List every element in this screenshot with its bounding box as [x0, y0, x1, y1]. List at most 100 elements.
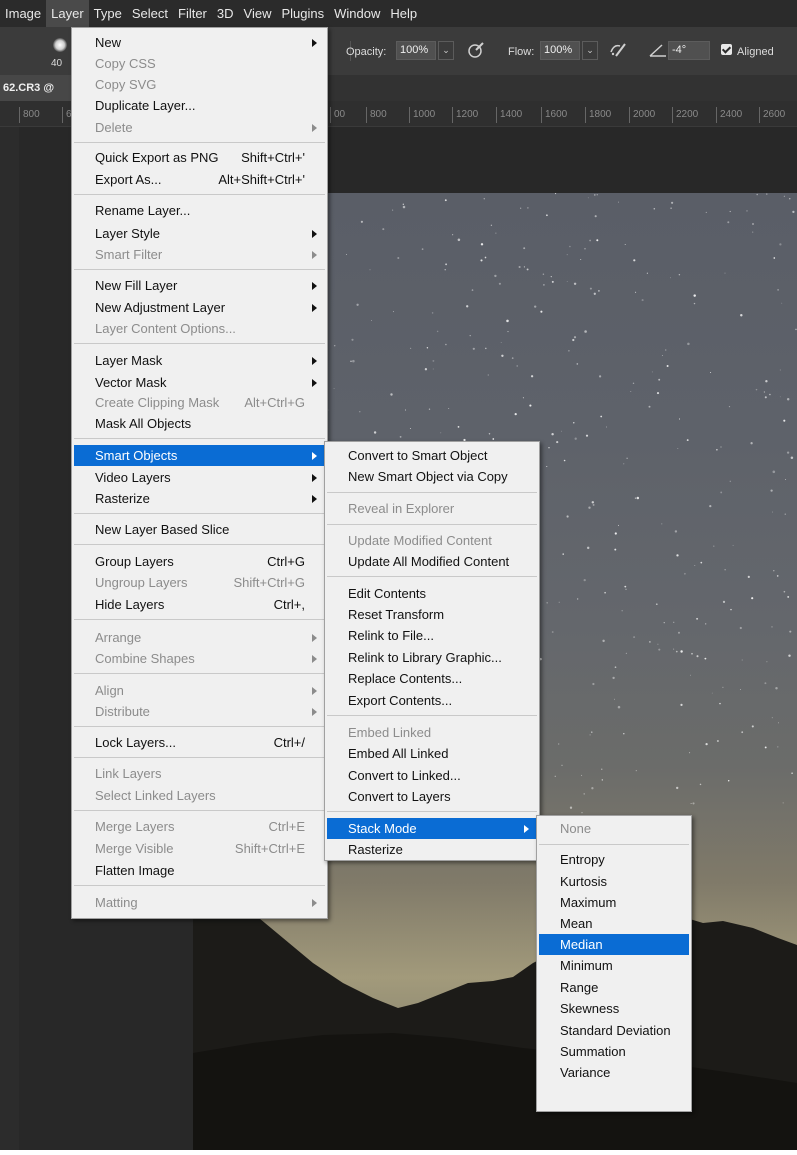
star [710, 372, 712, 373]
menu-item-summation[interactable]: Summation [539, 1041, 689, 1062]
menu-item-smart-objects[interactable]: Smart Objects [74, 445, 325, 466]
menu-item-flatten-image[interactable]: Flatten Image [74, 860, 325, 881]
menu-item-update-modified-content[interactable]: Update Modified Content [327, 530, 537, 551]
menubar-layer[interactable]: Layer [46, 0, 89, 27]
menu-item-combine-shapes[interactable]: Combine Shapes [74, 648, 325, 669]
menubar-window[interactable]: Window [329, 0, 385, 27]
menu-item-convert-to-layers[interactable]: Convert to Layers [327, 786, 537, 807]
menu-item-none[interactable]: None [539, 818, 689, 839]
ruler-tick: 2200 [672, 107, 698, 123]
menu-item-arrange[interactable]: Arrange [74, 627, 325, 648]
menu-item-edit-contents[interactable]: Edit Contents [327, 583, 537, 604]
menu-item-label: Kurtosis [560, 874, 607, 889]
menu-item-merge-layers[interactable]: Merge Layers Ctrl+E [74, 816, 325, 837]
brush-preset-picker[interactable]: 40 [42, 38, 70, 72]
menu-item-convert-to-linked[interactable]: Convert to Linked... [327, 765, 537, 786]
menubar-image[interactable]: Image [0, 0, 46, 27]
menu-item-matting[interactable]: Matting [74, 892, 325, 913]
menu-item-median[interactable]: Median [539, 934, 689, 955]
menu-item-copy-svg[interactable]: Copy SVG [74, 74, 325, 95]
angle-field[interactable]: -4° [668, 41, 710, 60]
menu-item-copy-css[interactable]: Copy CSS [74, 53, 325, 74]
menu-item-new[interactable]: New [74, 32, 325, 53]
menu-item-update-all-modified-content[interactable]: Update All Modified Content [327, 551, 537, 572]
menu-item-lock-layers[interactable]: Lock Layers... Ctrl+/ [74, 732, 325, 753]
menu-item-vector-mask[interactable]: Vector Mask [74, 372, 325, 393]
menu-item-new-layer-based-slice[interactable]: New Layer Based Slice [74, 519, 325, 540]
menu-item-embed-linked[interactable]: Embed Linked [327, 722, 537, 743]
star [673, 648, 675, 650]
menu-item-duplicate-layer[interactable]: Duplicate Layer... [74, 95, 325, 116]
menu-item-mask-all-objects[interactable]: Mask All Objects [74, 413, 325, 434]
menu-item-align[interactable]: Align [74, 680, 325, 701]
menubar-3d[interactable]: 3D [212, 0, 239, 27]
menu-item-entropy[interactable]: Entropy [539, 849, 689, 870]
menu-item-kurtosis[interactable]: Kurtosis [539, 871, 689, 892]
menu-item-label: Convert to Linked... [348, 768, 461, 783]
menu-item-embed-all-linked[interactable]: Embed All Linked [327, 743, 537, 764]
menu-item-replace-contents[interactable]: Replace Contents... [327, 668, 537, 689]
menu-item-mean[interactable]: Mean [539, 913, 689, 934]
menu-item-layer-style[interactable]: Layer Style [74, 223, 325, 244]
menubar-select[interactable]: Select [127, 0, 173, 27]
star [588, 506, 591, 509]
flow-dropdown[interactable]: ⌄ [582, 41, 598, 60]
menu-item-minimum[interactable]: Minimum [539, 955, 689, 976]
pressure-opacity-icon[interactable] [466, 40, 486, 60]
opacity-dropdown[interactable]: ⌄ [438, 41, 454, 60]
flow-field[interactable]: 100% [540, 41, 580, 60]
menu-item-layer-content-options[interactable]: Layer Content Options... [74, 318, 325, 339]
menu-item-link-layers[interactable]: Link Layers [74, 763, 325, 784]
menu-item-maximum[interactable]: Maximum [539, 892, 689, 913]
menu-item-rasterize-smart[interactable]: Rasterize [327, 839, 537, 860]
menu-item-new-fill-layer[interactable]: New Fill Layer [74, 275, 325, 296]
menu-item-skewness[interactable]: Skewness [539, 998, 689, 1019]
menu-item-label: Reveal in Explorer [348, 501, 455, 516]
ruler-tick: 800 [366, 107, 387, 123]
menu-item-distribute[interactable]: Distribute [74, 701, 325, 722]
submenu-arrow-icon [312, 708, 317, 716]
star [623, 463, 625, 465]
menu-item-standard-deviation[interactable]: Standard Deviation [539, 1020, 689, 1041]
menu-item-group-layers[interactable]: Group Layers Ctrl+G [74, 551, 325, 572]
menu-item-merge-visible[interactable]: Merge Visible Shift+Ctrl+E [74, 838, 325, 859]
menu-item-delete[interactable]: Delete [74, 117, 325, 138]
menu-item-quick-export-png[interactable]: Quick Export as PNG Shift+Ctrl+' [74, 147, 325, 168]
opacity-field[interactable]: 100% [396, 41, 436, 60]
menu-item-ungroup-layers[interactable]: Ungroup Layers Shift+Ctrl+G [74, 572, 325, 593]
menu-item-range[interactable]: Range [539, 977, 689, 998]
menu-item-stack-mode[interactable]: Stack Mode [327, 818, 537, 839]
menu-item-reveal-in-explorer[interactable]: Reveal in Explorer [327, 498, 537, 519]
star [591, 731, 593, 733]
menu-item-relink-to-file[interactable]: Relink to File... [327, 625, 537, 646]
menubar-help[interactable]: Help [385, 0, 422, 27]
menu-item-layer-mask[interactable]: Layer Mask [74, 350, 325, 371]
menu-item-export-as[interactable]: Export As... Alt+Shift+Ctrl+' [74, 169, 325, 190]
aligned-checkbox[interactable] [721, 44, 732, 55]
star [587, 197, 589, 199]
star [617, 201, 620, 203]
menubar-plugins[interactable]: Plugins [276, 0, 329, 27]
menu-item-label: Smart Filter [95, 247, 163, 262]
menu-item-rename-layer[interactable]: Rename Layer... [74, 200, 325, 221]
menu-item-smart-filter[interactable]: Smart Filter [74, 244, 325, 265]
menu-item-export-contents[interactable]: Export Contents... [327, 690, 537, 711]
menu-item-hide-layers[interactable]: Hide Layers Ctrl+, [74, 594, 325, 615]
document-tab[interactable]: 62.CR3 @ [0, 75, 76, 101]
menu-item-variance[interactable]: Variance [539, 1062, 689, 1083]
airbrush-icon[interactable] [608, 40, 628, 60]
menu-item-rasterize[interactable]: Rasterize [74, 488, 325, 509]
menu-item-new-smart-object-via-copy[interactable]: New Smart Object via Copy [327, 466, 537, 487]
menubar-view[interactable]: View [239, 0, 277, 27]
menu-item-new-adjustment-layer[interactable]: New Adjustment Layer [74, 297, 325, 318]
menu-item-select-linked-layers[interactable]: Select Linked Layers [74, 785, 325, 806]
menubar-filter[interactable]: Filter [173, 0, 212, 27]
menubar-type[interactable]: Type [89, 0, 127, 27]
menu-item-relink-to-library-graphic[interactable]: Relink to Library Graphic... [327, 647, 537, 668]
menu-item-reset-transform[interactable]: Reset Transform [327, 604, 537, 625]
menu-item-video-layers[interactable]: Video Layers [74, 467, 325, 488]
menu-item-shortcut: Ctrl+G [267, 554, 305, 569]
menu-item-convert-to-smart-object[interactable]: Convert to Smart Object [327, 445, 537, 466]
star [569, 245, 571, 248]
menu-item-create-clipping-mask[interactable]: Create Clipping Mask Alt+Ctrl+G [74, 392, 325, 413]
